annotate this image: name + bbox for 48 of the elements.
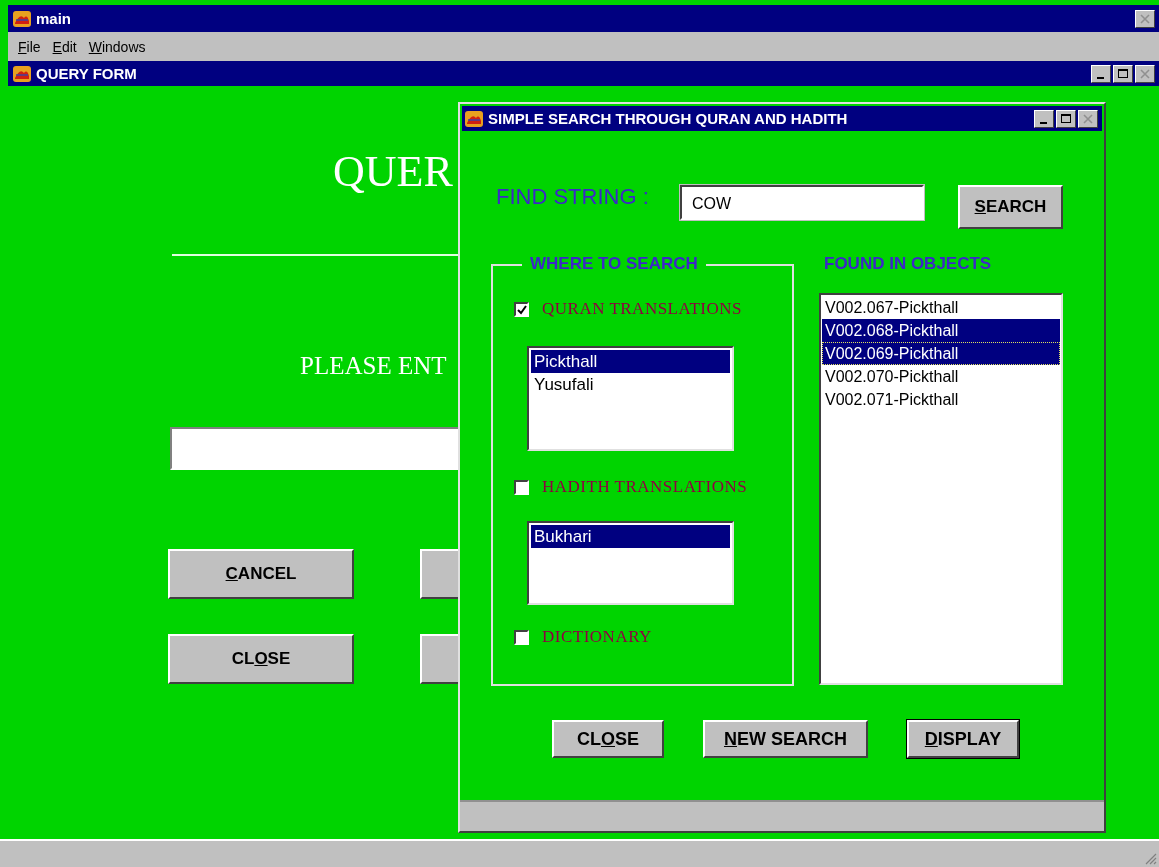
results-list[interactable]: V002.067-Pickthall V002.068-Pickthall V002.069-Pickthall V002.070-Pickthall V002.071-Pickthall <box>819 293 1063 685</box>
list-item[interactable]: V002.071-Pickthall <box>822 388 1060 411</box>
checkbox-label: DICTIONARY <box>542 627 652 647</box>
close-button[interactable] <box>1135 64 1155 83</box>
dialog-button[interactable]: DISPLAY <box>907 720 1019 758</box>
maximize-button[interactable] <box>1056 109 1076 128</box>
list-item[interactable]: V002.067-Pickthall <box>822 296 1060 319</box>
checkbox[interactable] <box>514 302 529 317</box>
checkbox-label: QURAN TRANSLATIONS <box>542 299 742 319</box>
resize-grip-icon[interactable] <box>1143 851 1157 865</box>
minimize-button[interactable] <box>1091 64 1111 83</box>
maximize-button[interactable] <box>1113 64 1133 83</box>
minimize-button[interactable] <box>1034 109 1054 128</box>
flame-icon <box>464 108 484 129</box>
form-button[interactable]: CANCEL <box>168 549 354 599</box>
close-icon <box>1139 12 1151 25</box>
checkbox[interactable] <box>514 480 529 495</box>
list-box[interactable]: Bukhari <box>527 521 734 605</box>
dialog-button[interactable]: CLOSE <box>552 720 664 758</box>
menu-item[interactable]: File <box>18 38 41 55</box>
form-heading: QUER <box>333 146 453 197</box>
list-item[interactable]: V002.070-Pickthall <box>822 365 1060 388</box>
close-button[interactable] <box>1135 9 1155 28</box>
checkbox-label: HADITH TRANSLATIONS <box>542 477 748 497</box>
close-icon <box>1139 67 1151 80</box>
form-prompt: PLEASE ENT <box>300 352 447 380</box>
list-item[interactable]: Pickthall <box>531 350 730 373</box>
form-button[interactable]: CLOSE <box>168 634 354 684</box>
find-field[interactable]: COW <box>680 185 924 220</box>
list-item[interactable]: V002.069-Pickthall <box>822 342 1060 365</box>
list-item[interactable]: Yusufali <box>531 373 730 396</box>
flame-icon <box>12 8 32 29</box>
window-title: main <box>36 10 71 27</box>
window-title: QUERY FORM <box>36 65 137 82</box>
menu-item[interactable]: Edit <box>52 38 77 55</box>
search-button[interactable]: SEARCH <box>958 185 1063 229</box>
find-label: FIND STRING : <box>496 184 649 210</box>
close-icon <box>1082 112 1094 125</box>
close-button[interactable] <box>1078 109 1098 128</box>
list-item[interactable]: V002.068-Pickthall <box>822 319 1060 342</box>
checkbox[interactable] <box>514 630 529 645</box>
results-title: FOUND IN OBJECTS <box>824 254 992 274</box>
window-title: SIMPLE SEARCH THROUGH QURAN AND HADITH <box>488 110 848 127</box>
list-item[interactable]: Bukhari <box>531 525 730 548</box>
menu-item[interactable]: Windows <box>88 38 146 55</box>
flame-icon <box>12 63 32 84</box>
list-box[interactable]: Pickthall Yusufali <box>527 346 734 451</box>
dialog-button[interactable]: NEW SEARCH <box>703 720 868 758</box>
